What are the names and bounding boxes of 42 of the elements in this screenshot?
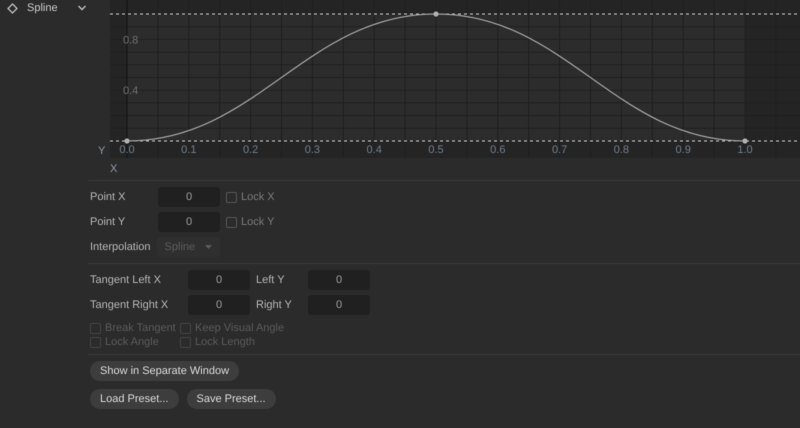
number-field[interactable]: 0	[188, 270, 250, 290]
x-tick-label: 0.9	[676, 144, 691, 156]
field-label: Point X	[90, 191, 126, 203]
diamond-icon	[7, 2, 18, 14]
number-field[interactable]: 0	[158, 212, 220, 232]
action-button[interactable]: Show in Separate Window	[90, 361, 240, 381]
x-tick-label: 1.0	[737, 144, 753, 156]
checkbox[interactable]	[226, 192, 237, 202]
control-point[interactable]	[742, 138, 748, 144]
checkbox-label: Lock Y	[241, 216, 274, 228]
x-tick-label: 0.7	[552, 144, 568, 156]
control-point[interactable]	[124, 138, 130, 144]
checkbox[interactable]	[226, 216, 237, 228]
x-tick-label: 0.6	[490, 144, 506, 156]
x-tick-label: 0.4	[366, 144, 382, 156]
y-tick-label: 0.4	[123, 85, 138, 98]
x-tick-label: 0.1	[181, 144, 196, 156]
y-axis-label: Y	[98, 145, 106, 157]
x-tick-label: 0.2	[242, 144, 258, 156]
field-label: Point Y	[90, 216, 126, 228]
control-point[interactable]	[433, 11, 439, 17]
y-tick-label: 0.8	[123, 34, 138, 46]
x-tick-label: 0.0	[119, 144, 135, 156]
action-button[interactable]: Save Preset...	[186, 389, 276, 409]
section-title: Spline	[27, 2, 58, 14]
number-field[interactable]: 0	[308, 270, 370, 290]
field-label: Interpolation	[90, 241, 151, 253]
number-field[interactable]: 0	[308, 295, 370, 315]
caret-icon	[205, 245, 212, 249]
x-tick-label: 0.3	[304, 144, 320, 156]
number-field[interactable]: 0	[188, 295, 250, 315]
action-button[interactable]: Load Preset...	[90, 389, 178, 409]
x-tick-label: 0.5	[428, 144, 444, 156]
field-label: Tangent Left X	[90, 274, 162, 286]
checkbox-label: Lock X	[241, 191, 275, 203]
x-tick-label: 0.8	[614, 144, 630, 156]
chevron-icon[interactable]	[76, 4, 87, 12]
x-axis-label: X	[110, 162, 118, 177]
field-label: Left Y	[256, 274, 286, 286]
field-label: Tangent Right X	[90, 299, 170, 311]
number-field[interactable]: 0	[158, 187, 220, 207]
field-label: Right Y	[256, 299, 293, 311]
